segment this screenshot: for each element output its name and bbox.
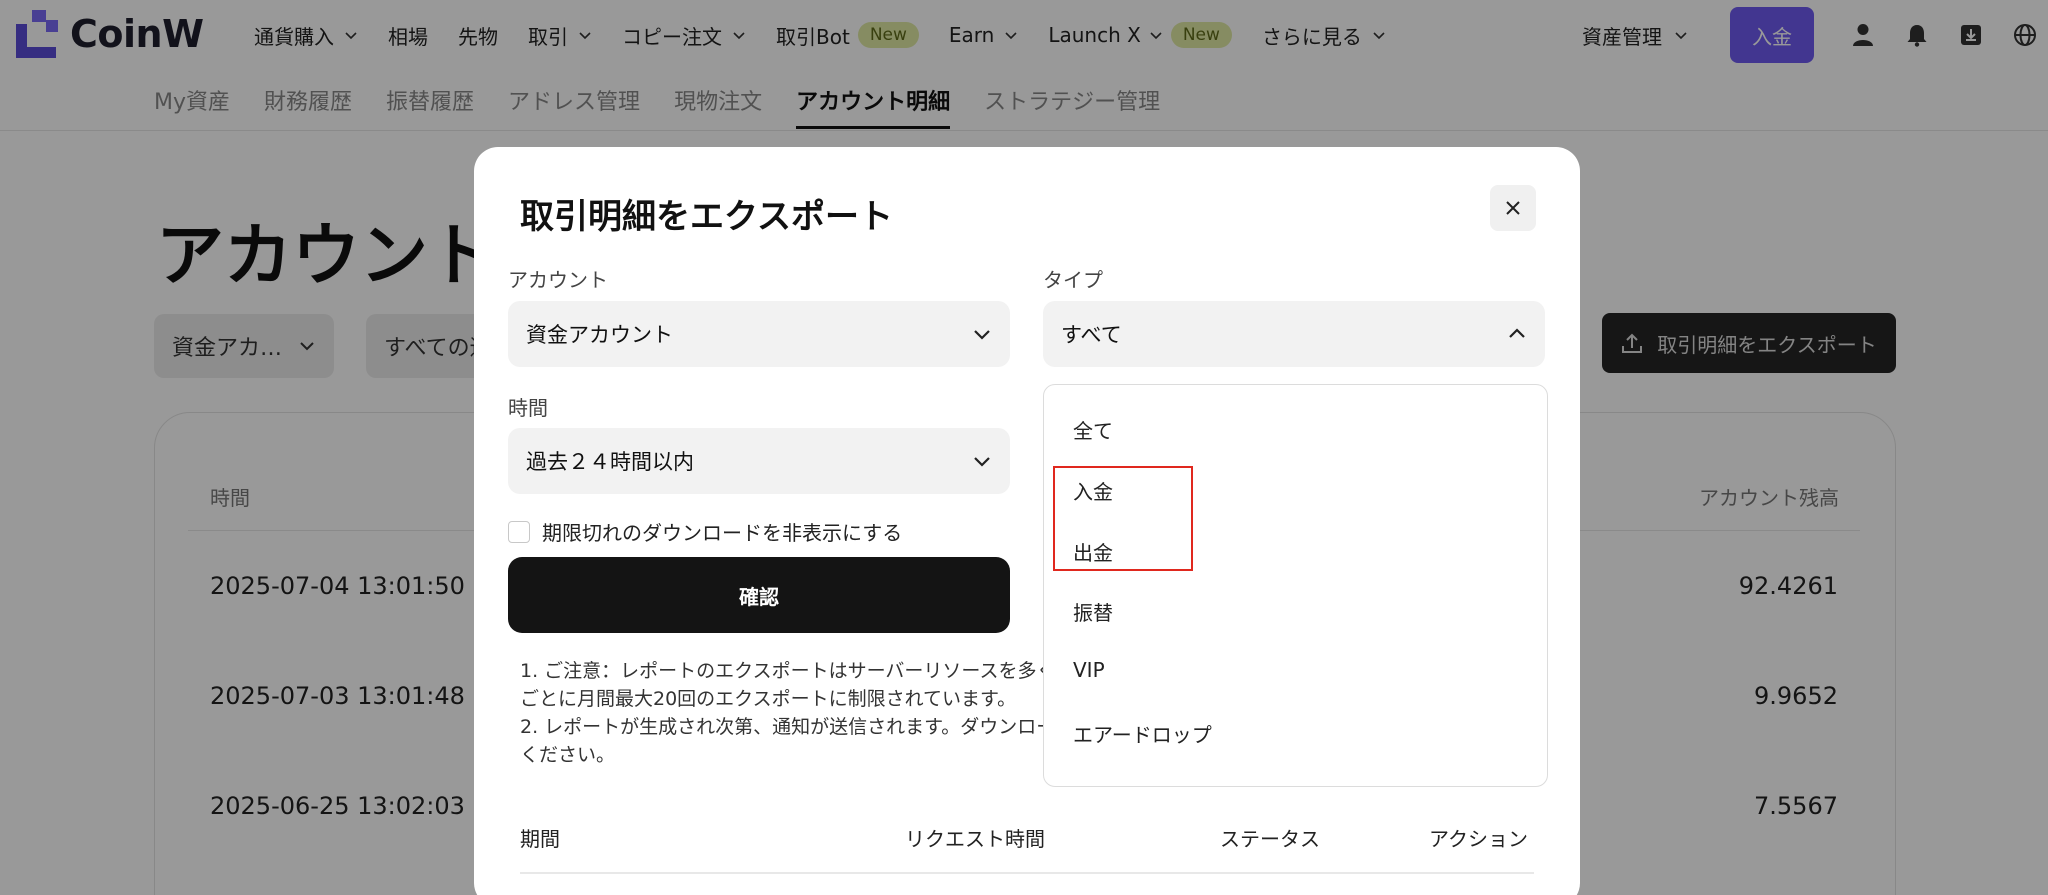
type-select[interactable]: すべて — [1043, 301, 1545, 367]
type-dropdown-menu: 全て 入金 出金 振替 VIP エアードロップ — [1043, 384, 1548, 787]
dropdown-option-transfer[interactable]: 振替 — [1073, 597, 1113, 626]
export-notice: 1. ご注意：レポートのエクスポートはサーバーリソースを多く ごとに月間最大20… — [520, 657, 1050, 769]
hide-expired-label: 期限切れのダウンロードを非表示にする — [542, 521, 903, 545]
export-col-request-time: リクエスト時間 — [905, 827, 1045, 851]
export-table-divider — [520, 872, 1534, 874]
hide-expired-option[interactable]: 期限切れのダウンロードを非表示にする — [508, 517, 902, 546]
dropdown-option-all[interactable]: 全て — [1073, 415, 1113, 444]
chevron-up-icon — [1509, 328, 1525, 338]
type-select-value: すべて — [1061, 323, 1122, 347]
modal-title: 取引明細をエクスポート — [520, 197, 893, 237]
account-select[interactable]: 資金アカウント — [508, 301, 1010, 367]
time-select-value: 過去２４時間以内 — [526, 450, 694, 474]
time-select[interactable]: 過去２４時間以内 — [508, 428, 1010, 494]
type-label: タイプ — [1043, 268, 1103, 292]
notice-line: 2. レポートが生成され次第、通知が送信されます。ダウンロード — [520, 716, 1050, 738]
close-icon — [1506, 201, 1520, 215]
chevron-down-icon — [974, 457, 990, 467]
export-col-status: ステータス — [1220, 827, 1320, 851]
account-select-value: 資金アカウント — [526, 323, 673, 347]
highlight-annotation-box — [1053, 466, 1193, 571]
dropdown-option-vip[interactable]: VIP — [1073, 658, 1105, 682]
notice-line: ください。 — [520, 744, 616, 766]
notice-line: 1. ご注意：レポートのエクスポートはサーバーリソースを多く — [520, 660, 1050, 682]
chevron-down-icon — [974, 330, 990, 340]
hide-expired-checkbox[interactable] — [508, 520, 530, 543]
close-button[interactable] — [1490, 185, 1536, 231]
confirm-button[interactable]: 確認 — [508, 557, 1010, 633]
dropdown-option-airdrop[interactable]: エアードロップ — [1073, 719, 1212, 748]
export-col-period: 期間 — [520, 827, 560, 851]
notice-line: ごとに月間最大20回のエクスポートに制限されています。 — [520, 688, 1017, 710]
time-label: 時間 — [508, 396, 548, 420]
export-col-action: アクション — [1429, 827, 1528, 851]
account-label: アカウント — [508, 268, 608, 292]
